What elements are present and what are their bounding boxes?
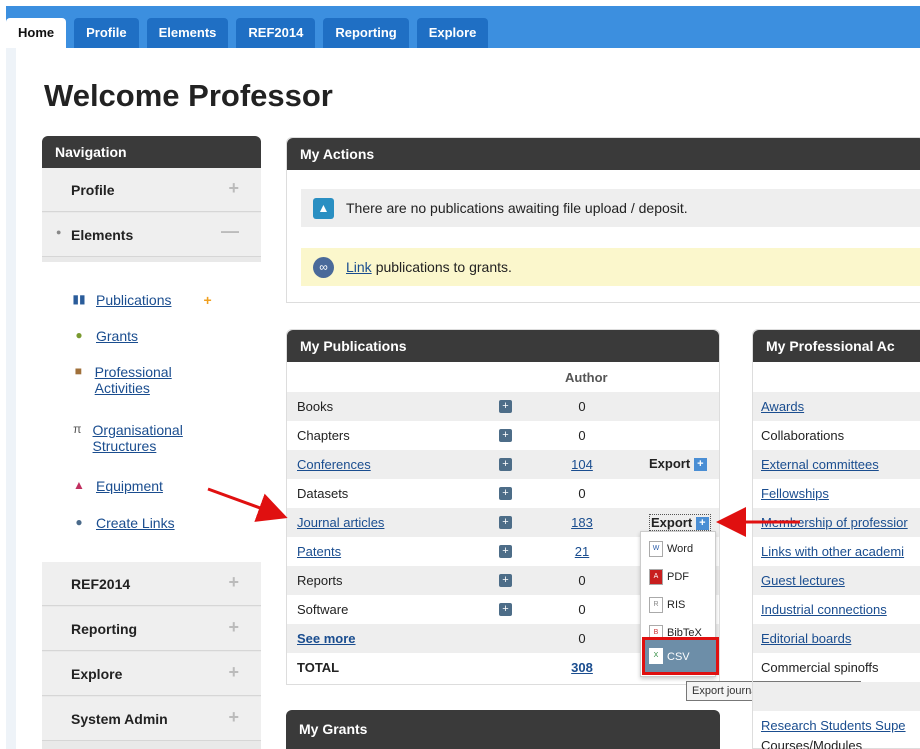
- arrow-to-journal-articles: [207, 487, 288, 522]
- annotation-arrows: [207, 487, 800, 537]
